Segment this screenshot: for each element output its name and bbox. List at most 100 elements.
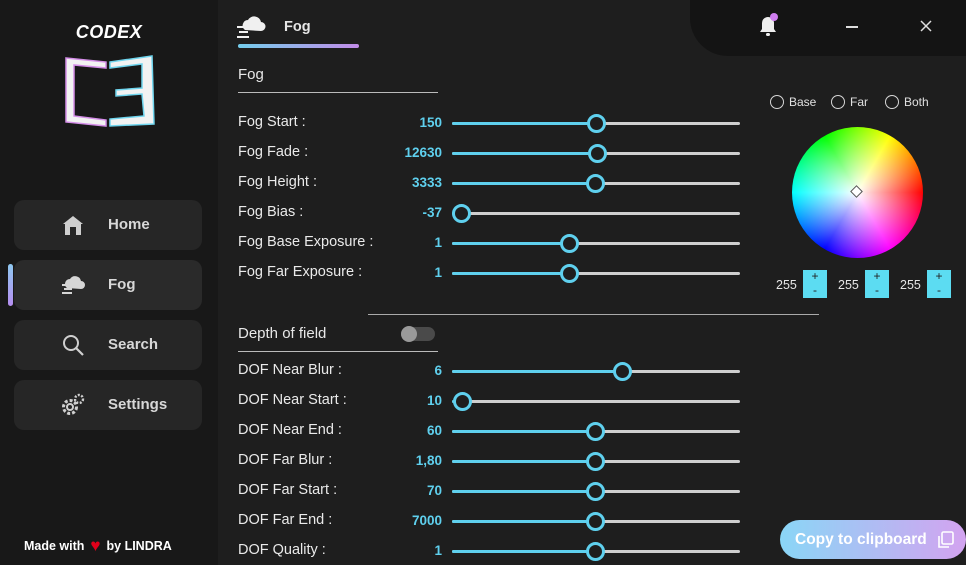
dof-far-blur-row: DOF Far Blur : 1,80: [238, 449, 748, 473]
setting-slider[interactable]: [452, 482, 740, 501]
copy-to-clipboard-button[interactable]: Copy to clipboard: [780, 520, 966, 559]
setting-value[interactable]: 3333: [412, 175, 442, 190]
active-nav-indicator: [8, 264, 13, 306]
setting-label: Fog Height :: [238, 174, 317, 190]
setting-value[interactable]: 1: [434, 543, 442, 558]
setting-value[interactable]: -37: [422, 205, 442, 220]
setting-slider[interactable]: [452, 422, 740, 441]
setting-value[interactable]: 6: [434, 363, 442, 378]
slider-thumb[interactable]: [585, 174, 605, 193]
setting-value[interactable]: 1: [434, 235, 442, 250]
slider-thumb[interactable]: [453, 392, 473, 411]
channel-value[interactable]: 255: [838, 278, 859, 292]
channel-stepper[interactable]: + -: [865, 270, 889, 298]
decrement-button[interactable]: -: [803, 284, 827, 298]
radio-label: Base: [789, 95, 817, 109]
dof-toggle-switch[interactable]: [401, 326, 435, 342]
setting-label: Fog Fade :: [238, 144, 309, 160]
channel-value[interactable]: 255: [776, 278, 797, 292]
setting-value[interactable]: 12630: [404, 145, 442, 160]
radio-both[interactable]: Both: [885, 94, 930, 110]
setting-value[interactable]: 10: [427, 393, 442, 408]
green-channel: 255 + -: [838, 270, 890, 298]
radio-label: Both: [904, 95, 929, 109]
nav-fog[interactable]: Fog: [14, 260, 202, 310]
setting-slider[interactable]: [452, 174, 740, 193]
brand-title: CODEX: [75, 22, 143, 42]
fog-far-exposure-row: Fog Far Exposure : 1: [238, 261, 748, 285]
tab-fog-label: Fog: [284, 19, 311, 35]
nav-search-label: Search: [108, 336, 159, 353]
setting-slider[interactable]: [452, 392, 740, 411]
radio-circle: [831, 95, 845, 109]
increment-button[interactable]: +: [927, 270, 951, 284]
slider-thumb[interactable]: [588, 144, 608, 163]
setting-label: Fog Bias :: [238, 204, 304, 220]
nav-home[interactable]: Home: [14, 200, 202, 250]
slider-thumb[interactable]: [585, 482, 605, 501]
fog-cloud-icon: [62, 276, 85, 294]
slider-thumb[interactable]: [451, 204, 471, 223]
setting-value[interactable]: 150: [419, 115, 442, 130]
setting-value[interactable]: 7000: [412, 513, 442, 528]
tab-fog[interactable]: Fog: [236, 12, 360, 48]
setting-value[interactable]: 70: [427, 483, 442, 498]
minimize-button[interactable]: [842, 16, 862, 36]
setting-value[interactable]: 1,80: [416, 453, 442, 468]
setting-slider[interactable]: [452, 362, 740, 381]
increment-button[interactable]: +: [865, 270, 889, 284]
setting-label: Fog Far Exposure :: [238, 264, 363, 280]
slider-thumb[interactable]: [587, 114, 606, 133]
setting-slider[interactable]: [452, 114, 740, 133]
fog-start-row: Fog Start : 150: [238, 111, 748, 135]
copy-icon: [938, 531, 954, 548]
dof-far-end-row: DOF Far End : 7000: [238, 509, 748, 533]
nav-settings[interactable]: Settings: [14, 380, 202, 430]
setting-slider[interactable]: [452, 234, 740, 253]
sidebar: CODEX Home Fog Search Settings Made with…: [0, 0, 218, 565]
nav-fog-label: Fog: [108, 276, 136, 293]
radio-label: Far: [850, 95, 868, 109]
footer-author: by LINDRA: [106, 538, 172, 553]
slider-thumb[interactable]: [612, 362, 632, 381]
nav-home-label: Home: [108, 216, 150, 233]
fog-section-title: Fog: [238, 66, 264, 83]
setting-value[interactable]: 1: [434, 265, 442, 280]
radio-circle: [885, 95, 899, 109]
setting-value[interactable]: 60: [427, 423, 442, 438]
slider-thumb[interactable]: [559, 234, 579, 253]
setting-slider[interactable]: [452, 542, 740, 561]
slider-thumb[interactable]: [585, 512, 605, 531]
setting-label: DOF Far End :: [238, 512, 333, 528]
increment-button[interactable]: +: [803, 270, 827, 284]
slider-thumb[interactable]: [585, 542, 605, 561]
dof-section-title: Depth of field: [238, 325, 327, 342]
setting-slider[interactable]: [452, 512, 740, 531]
footer-credit: Made with ♥ by LINDRA: [24, 537, 172, 554]
setting-slider[interactable]: [452, 452, 740, 471]
footer-made-with: Made with: [24, 538, 85, 553]
codex-logo: [65, 55, 155, 127]
decrement-button[interactable]: -: [927, 284, 951, 298]
slider-thumb[interactable]: [585, 422, 605, 441]
slider-thumb[interactable]: [585, 452, 605, 471]
close-icon[interactable]: [916, 16, 936, 36]
radio-far[interactable]: Far: [831, 94, 871, 110]
nav-search[interactable]: Search: [14, 320, 202, 370]
channel-stepper[interactable]: + -: [803, 270, 827, 298]
setting-label: DOF Near Blur :: [238, 362, 342, 378]
setting-slider[interactable]: [452, 144, 740, 163]
channel-value[interactable]: 255: [900, 278, 921, 292]
red-channel: 255 + -: [776, 270, 828, 298]
setting-slider[interactable]: [451, 204, 740, 223]
notification-dot: [770, 13, 778, 21]
house-icon: [63, 216, 83, 235]
fog-height-row: Fog Height : 3333: [238, 171, 748, 195]
setting-label: Fog Base Exposure :: [238, 234, 374, 250]
decrement-button[interactable]: -: [865, 284, 889, 298]
slider-thumb[interactable]: [559, 264, 579, 283]
radio-base[interactable]: Base: [770, 94, 820, 110]
fog-section-divider: [238, 92, 438, 93]
channel-stepper[interactable]: + -: [927, 270, 951, 298]
setting-slider[interactable]: [452, 264, 740, 283]
